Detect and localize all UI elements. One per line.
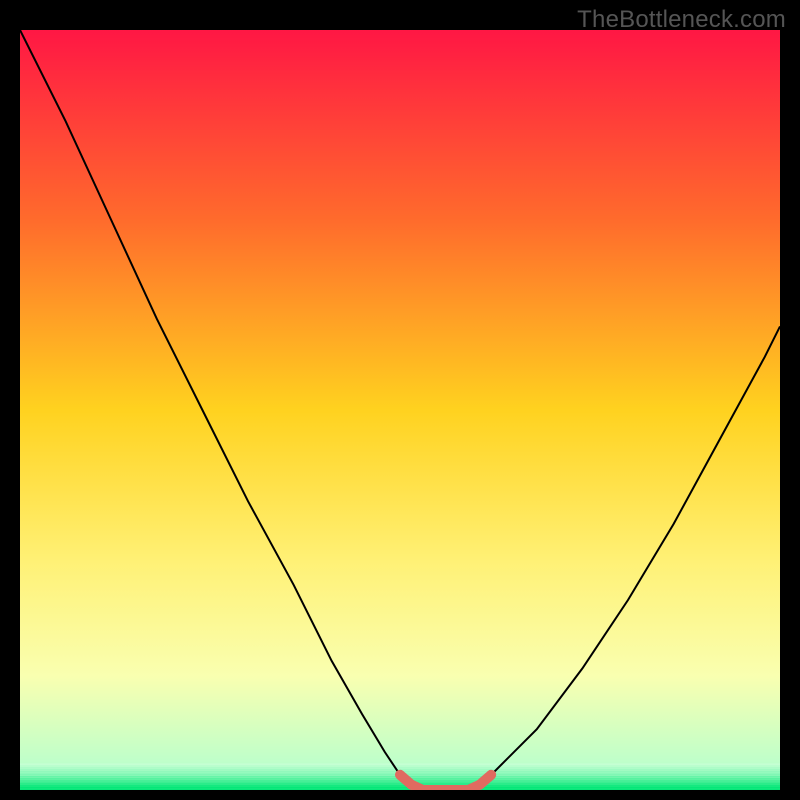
chart-svg [20,30,780,790]
watermark-text: TheBottleneck.com [577,6,786,34]
gradient-background [20,30,780,790]
plot-area [20,30,780,790]
chart-frame: TheBottleneck.com [0,0,800,800]
